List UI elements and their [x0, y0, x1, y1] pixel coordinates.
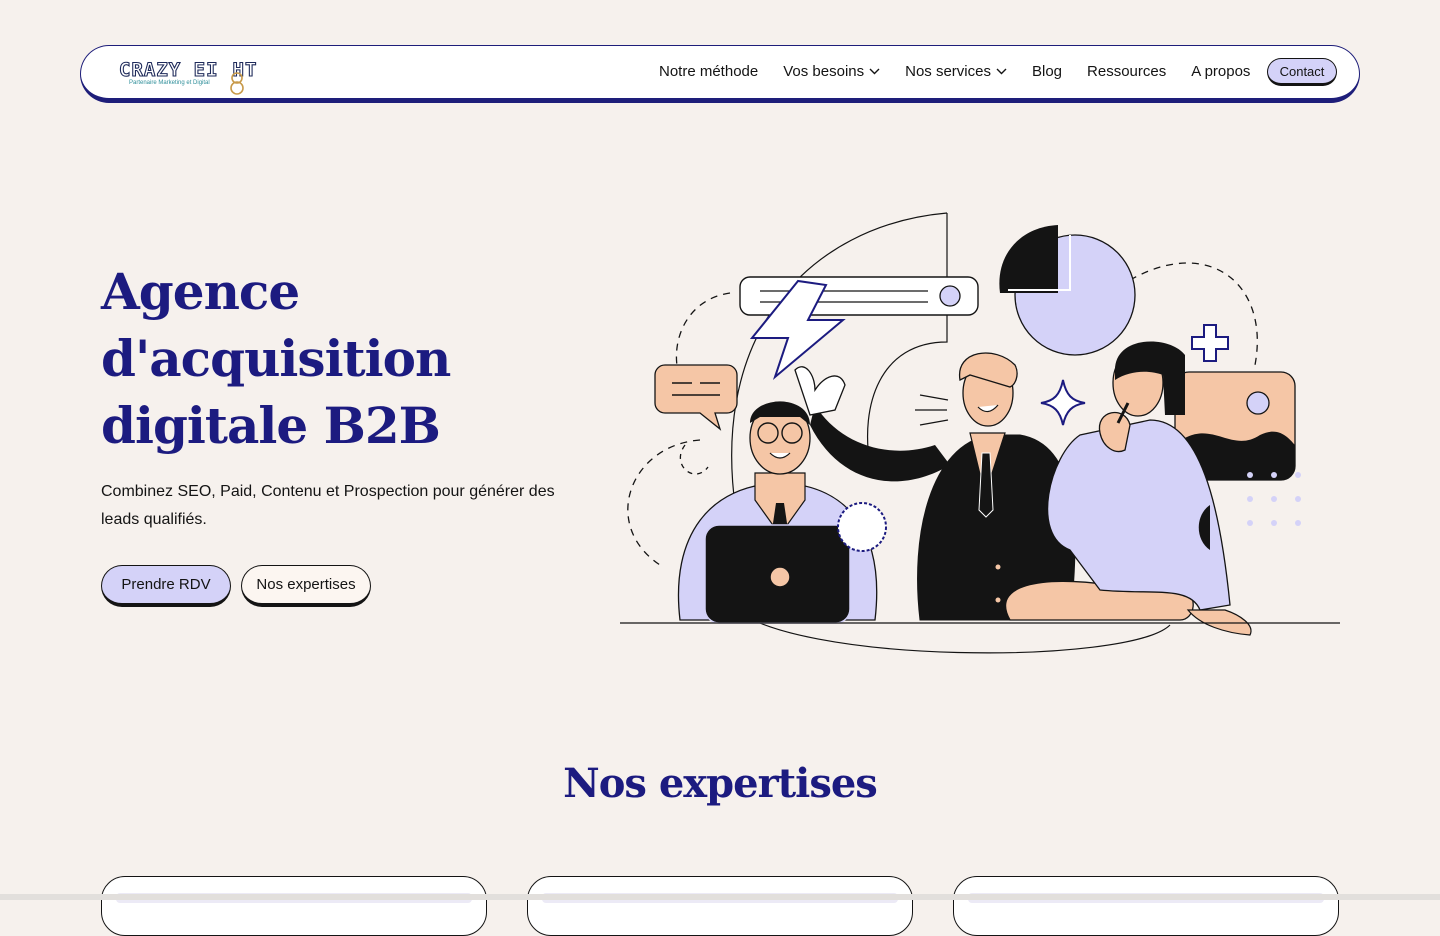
- chevron-down-icon: [869, 68, 880, 75]
- nav-item-nos-services[interactable]: Nos services: [905, 63, 1007, 80]
- expertises-section-title: Nos expertises: [563, 760, 878, 807]
- expertise-card[interactable]: [527, 876, 913, 936]
- expertise-card[interactable]: [953, 876, 1339, 936]
- top-navbar: CRAZY EI HT Partenaire Marketing et Digit…: [80, 45, 1360, 103]
- hero-title-line: digitale B2B: [101, 396, 441, 455]
- logo-tagline: Partenaire Marketing et Digital: [129, 80, 210, 86]
- nav-item-a-propos[interactable]: A propos: [1191, 63, 1250, 80]
- expertise-card[interactable]: [101, 876, 487, 936]
- prendre-rdv-button[interactable]: Prendre RDV: [101, 565, 231, 607]
- hero-subtitle: Combinez SEO, Paid, Contenu et Prospecti…: [101, 483, 555, 528]
- logo-eight-icon: [230, 72, 244, 95]
- hero-title: Agence d'acquisition digitale B2B: [101, 258, 601, 459]
- crazy-eight-logo[interactable]: CRAZY EI HT Partenaire Marketing et Digit…: [118, 56, 289, 96]
- nav-item-vos-besoins[interactable]: Vos besoins: [783, 63, 880, 80]
- hero-illustration: [620, 212, 1340, 654]
- nav-item-notre-methode[interactable]: Notre méthode: [659, 63, 758, 80]
- contact-button[interactable]: Contact: [1267, 58, 1337, 86]
- nos-expertises-button[interactable]: Nos expertises: [241, 565, 371, 607]
- page-bottom-edge: [0, 894, 1440, 900]
- hero-title-line: Agence: [101, 262, 300, 321]
- nav-item-ressources[interactable]: Ressources: [1087, 63, 1166, 80]
- nav-item-blog[interactable]: Blog: [1032, 63, 1062, 80]
- hero-title-line: d'acquisition: [101, 329, 451, 388]
- main-menu: Notre méthode Vos besoins Nos services B…: [659, 63, 1275, 80]
- chevron-down-icon: [996, 68, 1007, 75]
